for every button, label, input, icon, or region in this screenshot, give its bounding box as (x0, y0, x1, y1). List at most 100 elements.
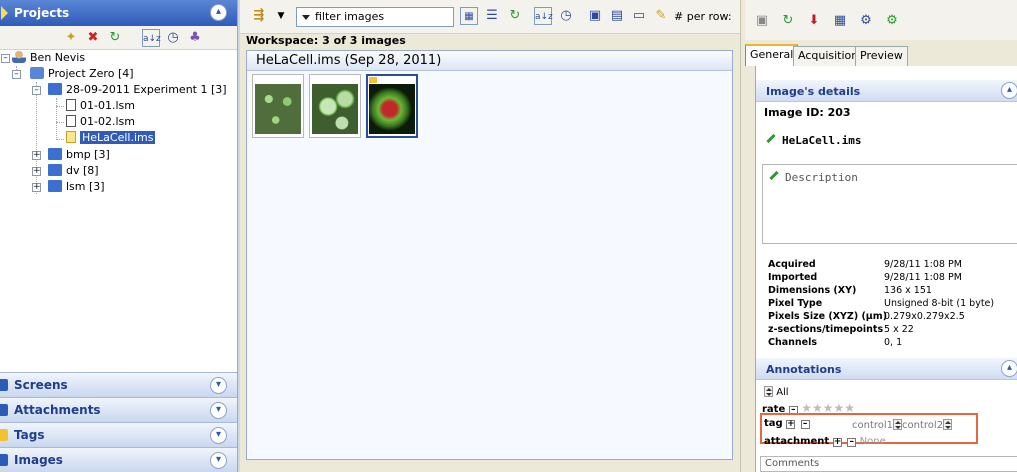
image-thumbnail[interactable] (252, 74, 304, 138)
detail-row: z-sections/timepoints5 x 22 (768, 324, 914, 335)
collapse-toggle[interactable]: – (12, 70, 21, 79)
user-group-icon[interactable]: ♣ (186, 29, 204, 47)
collapse-toggle[interactable]: – (32, 86, 41, 95)
collapse-icon[interactable]: ▴ (1001, 360, 1017, 377)
list-view-icon[interactable]: ☰ (483, 7, 501, 25)
tree-dataset[interactable]: dv [8] (48, 163, 99, 179)
dataset-icon (48, 180, 62, 192)
tab-general[interactable]: General (745, 44, 799, 66)
delete-icon[interactable]: ✖ (84, 29, 102, 47)
dataset-icon (48, 164, 62, 176)
tab-preview[interactable]: Preview (855, 46, 908, 66)
filter-dropdown-icon[interactable] (302, 15, 310, 20)
remove-attachment-icon[interactable]: – (847, 438, 857, 447)
projects-header[interactable]: Projects ▴ (0, 0, 237, 26)
expand-toggle[interactable]: + (32, 183, 41, 192)
projects-title: Projects (14, 6, 70, 20)
save-icon[interactable]: ▣ (586, 7, 604, 25)
browser-title: HeLaCell.ims (Sep 28, 2011) (247, 51, 732, 71)
tree-dataset[interactable]: 28-09-2011 Experiment 1 [3] (48, 82, 227, 98)
expand-icon[interactable]: ▾ (210, 427, 227, 444)
collapse-icon[interactable]: ▴ (210, 4, 227, 21)
workspace-label: Workspace: 3 of 3 images (246, 34, 406, 47)
settings-gear-icon[interactable]: ⚙ (857, 12, 875, 30)
add-tag-icon[interactable]: + (786, 420, 796, 429)
description-field[interactable]: Description (762, 164, 1017, 244)
expand-icon[interactable]: ▾ (210, 377, 227, 394)
clock-icon[interactable]: ◷ (164, 29, 182, 47)
collapse-toggle[interactable]: – (1, 54, 10, 63)
image-file-icon (66, 115, 76, 127)
projects-toolbar: ✦ ✖ ↻ a↓z ◷ ♣ (0, 26, 237, 50)
tree-dataset-label: bmp [3] (66, 148, 110, 161)
download-icon[interactable]: ⬇ (805, 12, 823, 30)
grid-view-icon[interactable]: ▦ (831, 12, 849, 30)
expand-toggle[interactable]: + (32, 151, 41, 160)
tree-image-item[interactable]: 01-02.lsm (66, 114, 135, 130)
images-section[interactable]: Images ▾ (0, 447, 237, 472)
dataset-icon (48, 148, 62, 160)
tree-user[interactable]: Ben Nevis (12, 50, 85, 66)
detail-row: Dimensions (XY) 136 x 151 (768, 285, 932, 296)
sort-alpha-icon[interactable]: a↓z (534, 7, 553, 25)
comments-field[interactable]: Comments (760, 456, 1017, 472)
image-thumbnail-selected[interactable] (366, 74, 418, 138)
tree-dataset-label: 28-09-2011 Experiment 1 [3] (66, 83, 227, 96)
thumbnail-view-icon[interactable]: ▦ (460, 7, 478, 25)
section-title: Attachments (14, 403, 101, 417)
metadata-tabs: General Acquisition Preview (745, 44, 1017, 66)
tag-value[interactable]: control2 (902, 420, 943, 431)
screens-section[interactable]: Screens ▾ (0, 372, 237, 397)
refresh-icon[interactable]: ↻ (506, 7, 524, 25)
tree-image-item-selected[interactable]: HeLaCell.ims (66, 130, 156, 146)
clock-icon[interactable]: ◷ (557, 7, 575, 25)
tree-project[interactable]: Project Zero [4] (30, 66, 134, 82)
expand-icon[interactable]: ▾ (210, 452, 227, 469)
section-title: Images (14, 453, 63, 467)
show-all-control[interactable]: All (764, 386, 789, 398)
expand-toggle[interactable]: + (32, 167, 41, 176)
section-title: Screens (14, 378, 68, 392)
edit-icon[interactable]: ✎ (652, 7, 670, 25)
slideshow-icon[interactable]: ▭ (630, 7, 648, 25)
dropdown-arrow-icon[interactable]: ▼ (272, 7, 290, 25)
attachments-section[interactable]: Attachments ▾ (0, 397, 237, 422)
attachment-row: attachment + – None (764, 436, 886, 447)
image-name-field[interactable]: HeLaCell.ims (766, 133, 861, 147)
image-file-icon (66, 99, 76, 111)
spinner-icon[interactable] (893, 419, 903, 430)
tree-dataset[interactable]: lsm [3] (48, 179, 105, 195)
spinner-icon[interactable] (943, 419, 953, 430)
tag-row: tag + – (764, 418, 810, 429)
sort-alpha-icon[interactable]: a↓z (142, 29, 161, 47)
arrow-layout-icon[interactable]: ⇶ (250, 7, 268, 25)
collapse-icon[interactable]: ▴ (1001, 82, 1017, 99)
image-icon (0, 454, 8, 466)
tag-value[interactable]: control1 (852, 420, 893, 431)
expand-icon[interactable]: ▾ (210, 402, 227, 419)
tags-section[interactable]: Tags ▾ (0, 422, 237, 447)
save-icon[interactable]: ▣ (753, 12, 771, 30)
new-item-icon[interactable]: ✦ (62, 29, 80, 47)
annotations-header[interactable]: Annotations ▴ (756, 358, 1017, 380)
add-attachment-icon[interactable]: + (832, 438, 842, 447)
refresh-icon[interactable]: ↻ (106, 29, 124, 47)
tree-dataset-label: dv [8] (66, 164, 99, 177)
refresh-icon[interactable]: ↻ (779, 12, 797, 30)
image-file-icon (66, 131, 76, 143)
tag-label: tag (764, 418, 783, 429)
tree-image-item[interactable]: 01-01.lsm (66, 98, 135, 114)
remove-tag-icon[interactable]: – (800, 420, 810, 429)
analysis-icon[interactable]: ⚙ (883, 12, 901, 30)
edit-pencil-icon[interactable] (766, 133, 776, 144)
all-label: All (776, 387, 789, 398)
zoom-fit-icon[interactable]: ▤ (608, 7, 626, 25)
tab-acquisition[interactable]: Acquisition (793, 46, 864, 66)
edit-pencil-icon[interactable] (769, 170, 779, 181)
metadata-toolbar: ▣ ↻ ⬇ ▦ ⚙ ⚙ (745, 0, 1017, 40)
tree-dataset[interactable]: bmp [3] (48, 147, 110, 163)
image-thumbnail[interactable] (309, 74, 361, 138)
filter-images-input[interactable]: filter images (296, 7, 454, 27)
spinner-icon[interactable] (764, 386, 773, 397)
image-details-header[interactable]: Image's details ▴ (756, 80, 1017, 102)
